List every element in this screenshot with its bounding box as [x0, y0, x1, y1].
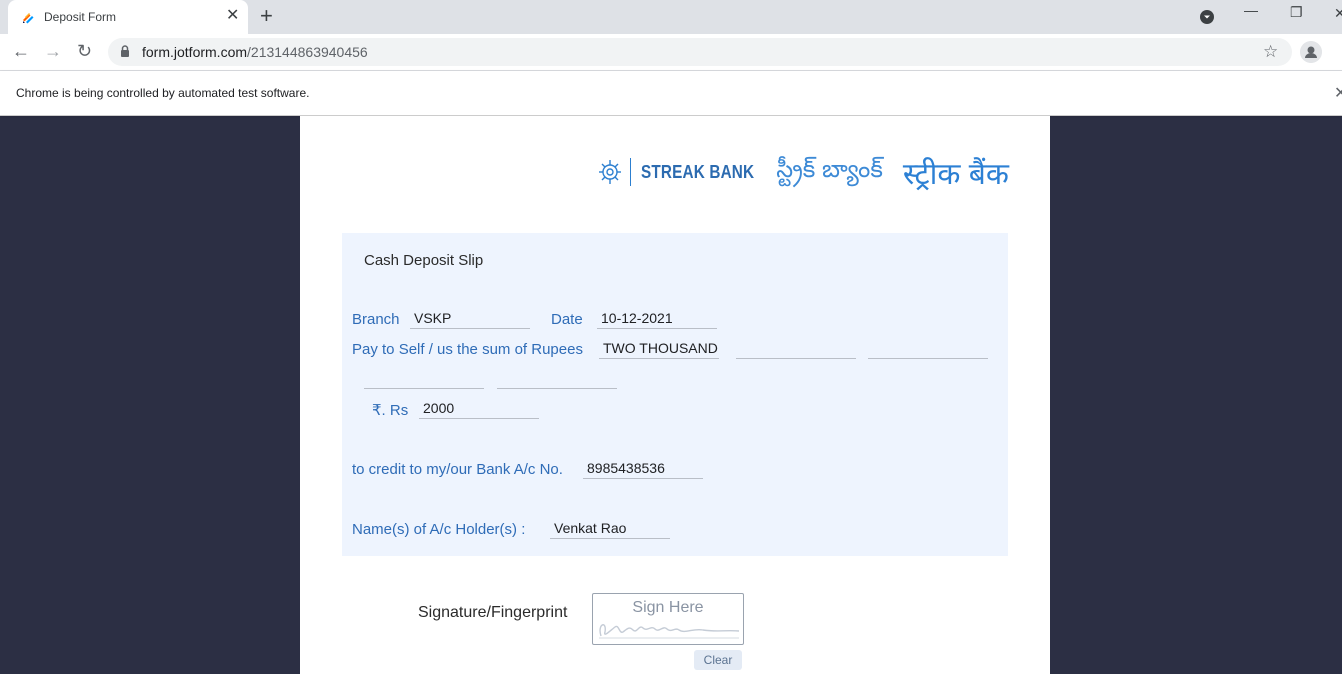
amount-words-input-2[interactable]	[736, 337, 856, 359]
clear-signature-button[interactable]: Clear	[694, 650, 742, 670]
amount-words-input-5[interactable]	[497, 367, 617, 389]
restore-button[interactable]: ❐	[1290, 4, 1303, 21]
tab-search-icon[interactable]	[1199, 9, 1215, 25]
rupees-label: ₹. Rs	[372, 402, 409, 419]
amount-words-input-3[interactable]	[868, 337, 988, 359]
form-page: STREAK BANK స్ట్రీక్ బ్యాంక్ स्ट्रीक बैं…	[300, 116, 1050, 674]
slip-title: Cash Deposit Slip	[364, 252, 484, 269]
logo-english: STREAK BANK	[641, 161, 755, 182]
signature-label: Signature/Fingerprint	[418, 604, 568, 621]
url-path: /213144863940456	[247, 44, 368, 60]
tab-title: Deposit Form	[44, 10, 117, 24]
branch-label: Branch	[352, 311, 400, 328]
account-number-input[interactable]: 8985438536	[583, 457, 703, 479]
lock-icon	[121, 45, 129, 57]
forward-button[interactable]: →	[44, 41, 62, 61]
automation-infobar: Chrome is being controlled by automated …	[0, 71, 1342, 116]
infobar-close-icon[interactable]: ✕	[1334, 83, 1342, 103]
rupees-amount-input[interactable]: 2000	[419, 397, 539, 419]
tab-deposit-form[interactable]: Deposit Form ✕	[8, 0, 248, 34]
cash-deposit-slip: Cash Deposit Slip Branch VSKP Date 10-12…	[342, 233, 1008, 556]
logo-divider	[630, 158, 631, 186]
minimize-button[interactable]: —	[1244, 2, 1258, 18]
account-holder-label: Name(s) of A/c Holder(s) :	[352, 521, 526, 538]
infobar-message: Chrome is being controlled by automated …	[16, 86, 310, 100]
jotform-favicon-icon	[23, 13, 34, 24]
bank-emblem-icon	[599, 160, 621, 184]
streak-bank-logo: STREAK BANK స్ట్రీక్ బ్యాంక్ स्ट्रीक बैं…	[596, 152, 1009, 192]
tab-close-icon[interactable]: ✕	[226, 7, 239, 25]
address-bar[interactable]: form.jotform.com/213144863940456 ☆	[108, 38, 1292, 66]
signature-pad[interactable]: Sign Here	[592, 593, 744, 645]
logo-hindi: स्ट्रीक बैंक	[902, 157, 1009, 191]
close-window-button[interactable]: ✕	[1334, 5, 1342, 22]
url-host: form.jotform.com	[142, 44, 248, 60]
branch-input[interactable]: VSKP	[410, 307, 530, 329]
signature-scribble-icon	[599, 624, 740, 639]
back-button[interactable]: ←	[12, 41, 30, 61]
amount-words-input-4[interactable]	[364, 367, 484, 389]
tab-strip: Deposit Form ✕ + — ❐ ✕	[0, 0, 1342, 34]
new-tab-button[interactable]: +	[260, 5, 273, 27]
url-text: form.jotform.com/213144863940456	[142, 44, 368, 60]
amount-words-input-1[interactable]: TWO THOUSAND	[599, 337, 719, 359]
date-label: Date	[551, 311, 583, 328]
browser-toolbar: ← → ↻ form.jotform.com/213144863940456 ☆	[0, 34, 1342, 71]
account-number-label: to credit to my/our Bank A/c No.	[352, 461, 563, 478]
reload-button[interactable]: ↻	[77, 41, 92, 61]
logo-telugu: స్ట్రీక్ బ్యాంక్	[776, 155, 883, 183]
profile-avatar-icon[interactable]	[1300, 41, 1322, 63]
bookmark-star-icon[interactable]: ☆	[1263, 42, 1278, 62]
pay-sum-label: Pay to Self / us the sum of Rupees	[352, 341, 583, 358]
account-holder-input[interactable]: Venkat Rao	[550, 517, 670, 539]
date-input[interactable]: 10-12-2021	[597, 307, 717, 329]
